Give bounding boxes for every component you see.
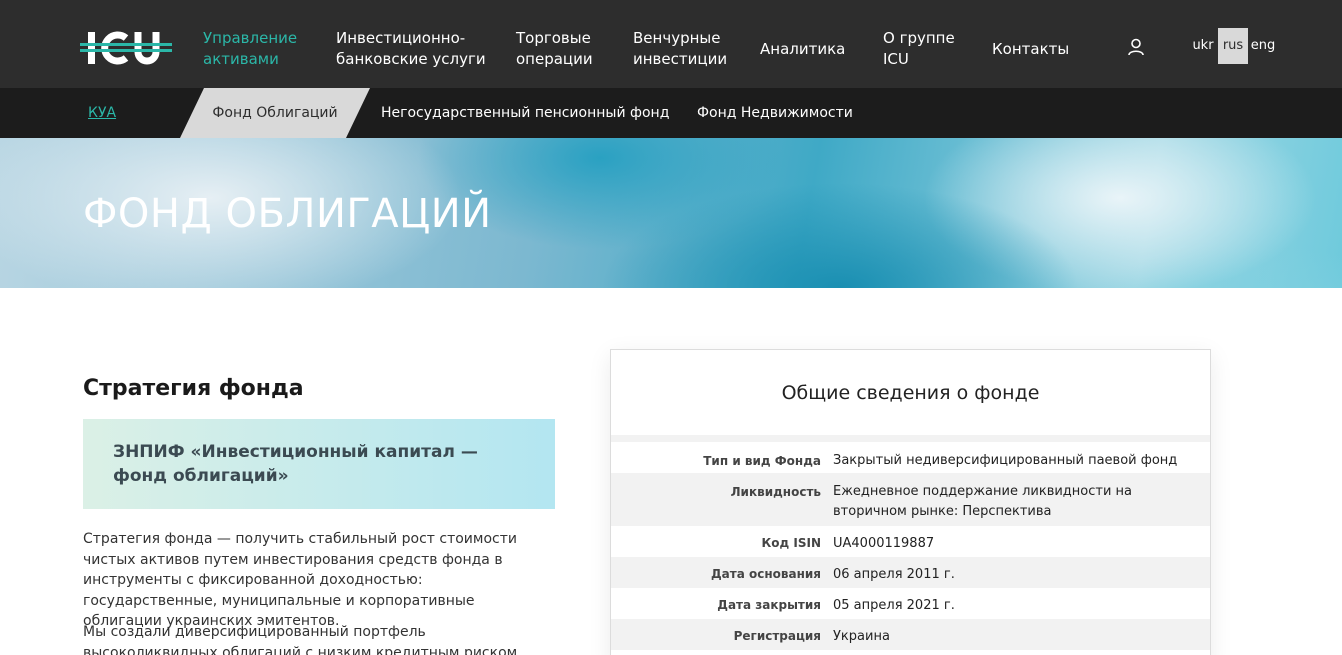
subnav-pension-fund[interactable]: Негосударственный пенсионный фонд [381,88,669,138]
strategy-heading: Стратегия фонда [83,376,304,401]
info-row: Дата закрытия 05 апреля 2021 г. [611,588,1210,619]
fund-name: ЗНПИФ «Инвестиционный капитал — фонд обл… [113,442,478,486]
info-value: 06 апреля 2011 г. [833,567,955,582]
sub-navigation: КУА Фонд Облигаций Негосударственный пен… [0,88,1342,138]
fund-name-box: ЗНПИФ «Инвестиционный капитал — фонд обл… [83,419,555,509]
nav-venture[interactable]: Венчурные инвестиции [633,28,727,70]
info-label: Дата основания [710,567,821,581]
info-label: Дата закрытия [717,598,821,612]
info-value: UA4000119887 [833,536,935,551]
subnav-kua[interactable]: КУА [88,88,116,138]
lang-ukr[interactable]: ukr [1190,28,1216,64]
info-value: Украина [833,629,890,644]
info-row: Код ISIN UA4000119887 [611,526,1210,557]
info-row: Ликвидность Ежедневное поддержание ликви… [611,473,1210,526]
lang-eng[interactable]: eng [1248,28,1278,64]
strategy-paragraph: Стратегия фонда — получить стабильный ро… [83,531,517,629]
info-label: Ликвидность [730,485,821,499]
lang-rus[interactable]: rus [1218,28,1248,64]
subnav-bond-fund[interactable]: Фонд Облигаций [180,88,370,138]
info-value: 05 апреля 2021 г. [833,598,955,613]
nav-asset-management[interactable]: Управление активами [203,28,297,70]
info-value: Ежедневное поддержание ликвидности на вт… [833,484,1133,519]
page-title: ФОНД ОБЛИГАЦИЙ [83,191,492,237]
fund-info-card: Общие сведения о фонде Тип и вид Фонда З… [610,349,1211,655]
info-label: Код ISIN [761,536,821,550]
nav-investment-banking[interactable]: Инвестиционно- банковские услуги [336,28,486,70]
hero-banner: ФОНД ОБЛИГАЦИЙ [0,138,1342,288]
info-row: Дата основания 06 апреля 2011 г. [611,557,1210,588]
fund-info-title: Общие сведения о фонде [781,382,1040,404]
info-label: Тип и вид Фонда [703,454,821,468]
info-value: Закрытый недиверсифицированный паевой фо… [833,453,1178,468]
subnav-real-estate-fund[interactable]: Фонд Недвижимости [697,88,853,138]
nav-analytics[interactable]: Аналитика [760,39,845,60]
top-header: Управление активами Инвестиционно- банко… [0,0,1342,88]
info-row: Регистрация Украина [611,619,1210,650]
info-row-spacer [611,435,1210,442]
nav-contacts[interactable]: Контакты [992,39,1069,60]
info-row: Тип и вид Фонда Закрытый недиверсифициро… [611,442,1210,473]
strategy-paragraph: Мы создали диверсифицированный портфель … [83,624,522,655]
nav-about-group[interactable]: О группе ICU [883,28,955,70]
nav-trading[interactable]: Торговые операции [516,28,593,70]
info-label: Регистрация [733,629,821,643]
user-icon[interactable] [1126,37,1146,57]
icu-logo[interactable] [80,28,172,68]
